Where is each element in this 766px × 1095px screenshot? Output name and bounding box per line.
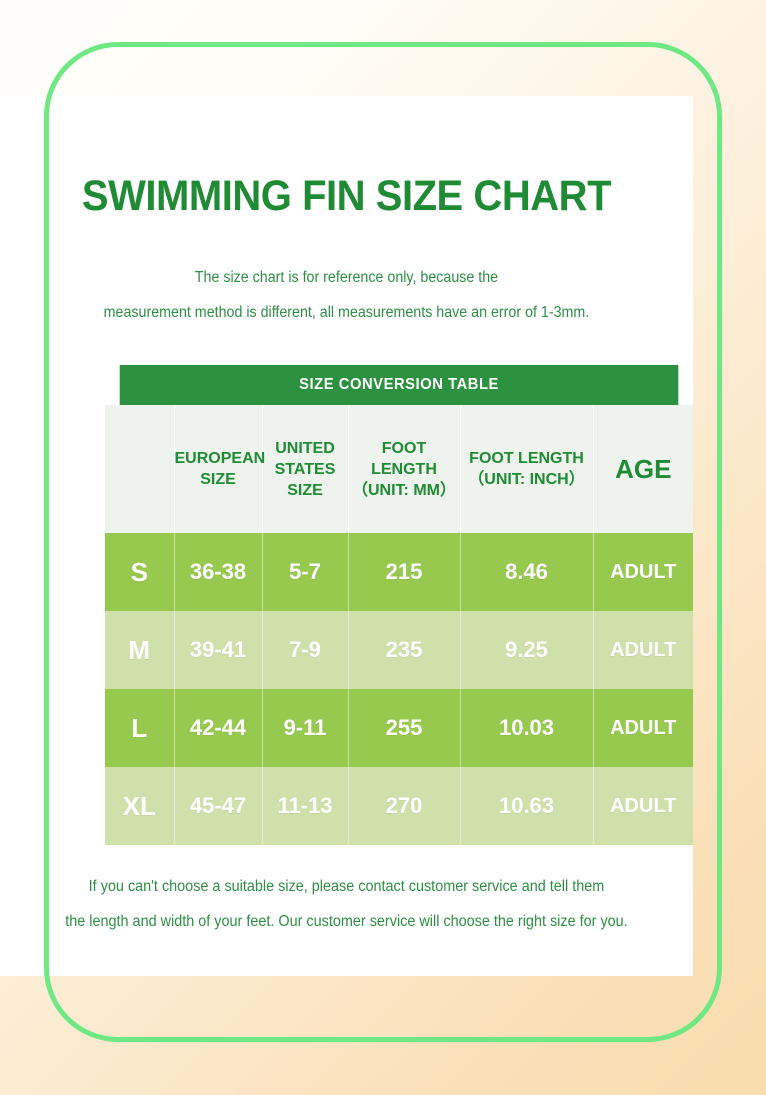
chart-content: SWIMMING FIN SIZE CHART The size chart i… [0, 96, 766, 976]
header-cell-foot-length-inch: FOOT LENGTH （UNIT: INCH） [459, 405, 594, 533]
cell-age: ADULT [592, 533, 694, 611]
header-mm-line-2: （UNIT: MM） [352, 481, 456, 499]
cell-us: 9-11 [261, 689, 349, 767]
header-inch-line-2: （UNIT: INCH） [468, 471, 585, 488]
cell-age: ADULT [592, 767, 694, 845]
size-conversion-table: SIZE CONVERSION TABLE EUROPEAN SIZE UNIT… [105, 365, 694, 845]
table-row: XL 45-47 11-13 270 10.63 ADULT [105, 767, 694, 845]
header-cell-european-size: EUROPEAN SIZE [173, 405, 265, 533]
cell-age: ADULT [592, 689, 694, 767]
cell-us: 5-7 [261, 533, 349, 611]
subtitle-line-1: The size chart is for reference only, be… [194, 269, 499, 286]
cell-mm: 235 [347, 611, 461, 689]
cell-mm: 215 [347, 533, 461, 611]
page-title: SWIMMING FIN SIZE CHART [81, 172, 612, 220]
cell-european: 39-41 [173, 611, 263, 689]
cell-size: M [105, 611, 175, 689]
header-mm-line-1: FOOT LENGTH [371, 439, 437, 478]
table-row: M 39-41 7-9 235 9.25 ADULT [105, 611, 694, 689]
cell-inch: 8.46 [459, 533, 594, 611]
cell-european: 45-47 [173, 767, 263, 845]
header-cell-foot-length-mm: FOOT LENGTH （UNIT: MM） [347, 405, 461, 533]
cell-european: 42-44 [173, 689, 263, 767]
cell-mm: 270 [347, 767, 461, 845]
cell-us: 11-13 [261, 767, 349, 845]
cell-inch: 10.63 [459, 767, 594, 845]
cell-size: S [105, 533, 175, 611]
header-european-line-1: EUROPEAN [174, 450, 266, 467]
cell-us: 7-9 [261, 611, 349, 689]
cell-age: ADULT [592, 611, 694, 689]
cell-european: 36-38 [173, 533, 263, 611]
cell-mm: 255 [347, 689, 461, 767]
table-row: S 36-38 5-7 215 8.46 ADULT [105, 533, 694, 611]
size-chart-image: SWIMMING FIN SIZE CHART The size chart i… [0, 0, 766, 1095]
header-cell-age: AGE [592, 405, 694, 533]
header-us-line-2: STATES [274, 460, 336, 478]
header-cell-blank [105, 405, 175, 533]
header-inch-line-1: FOOT LENGTH [469, 450, 584, 467]
cell-size: L [105, 689, 175, 767]
footnote-line-2: the length and width of your feet. Our c… [65, 913, 628, 930]
cell-inch: 10.03 [459, 689, 594, 767]
table-banner-row: SIZE CONVERSION TABLE [105, 365, 693, 405]
footnote-line-1: If you can't choose a suitable size, ple… [88, 878, 605, 895]
table-banner-label: SIZE CONVERSION TABLE [119, 365, 679, 405]
cell-size: XL [105, 767, 175, 845]
header-us-line-3: SIZE [287, 481, 323, 499]
table-header-row: EUROPEAN SIZE UNITED STATES SIZE FOOT LE… [105, 405, 694, 533]
subtitle-line-2: measurement method is different, all mea… [103, 304, 590, 321]
header-cell-us-size: UNITED STATES SIZE [261, 405, 349, 533]
header-us-line-1: UNITED [275, 439, 335, 457]
cell-inch: 9.25 [459, 611, 594, 689]
table-row: L 42-44 9-11 255 10.03 ADULT [105, 689, 694, 767]
header-european-line-2: SIZE [200, 471, 236, 488]
